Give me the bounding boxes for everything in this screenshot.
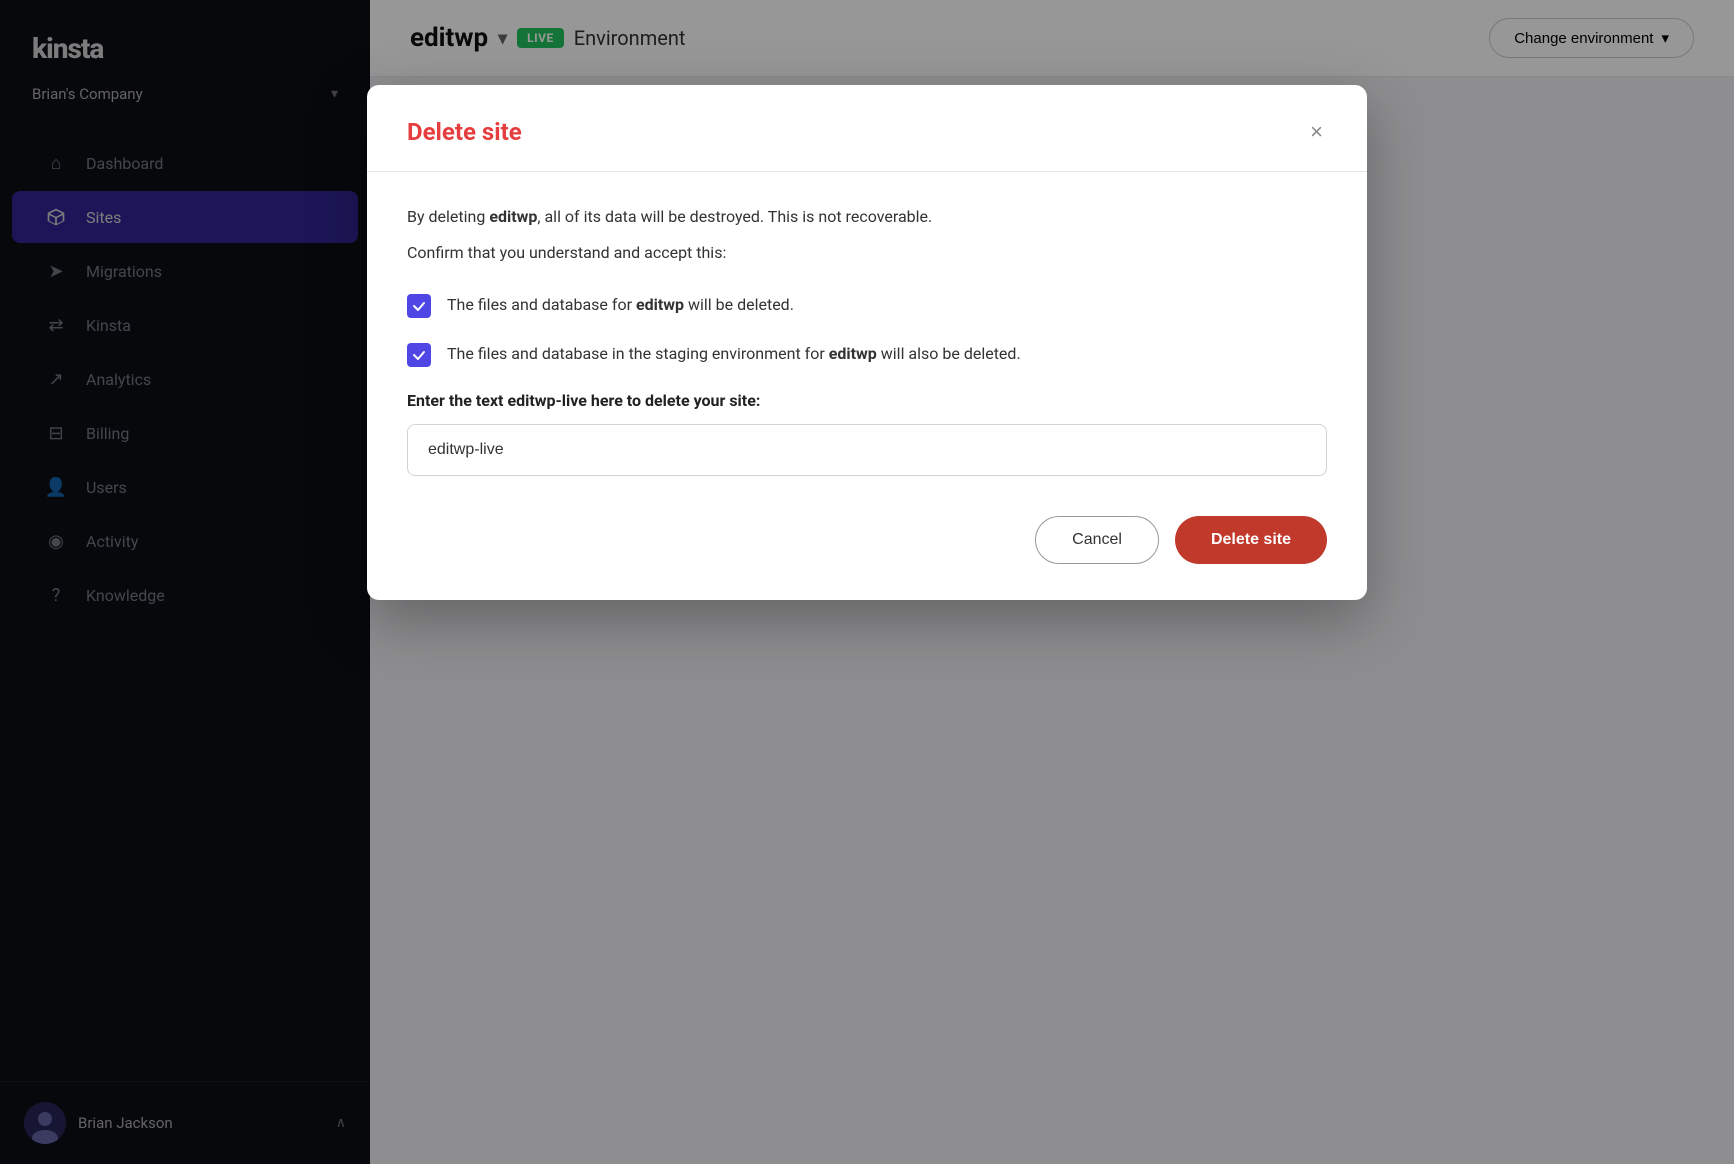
modal-header: Delete site × <box>367 85 1367 172</box>
modal-confirm-text: Confirm that you understand and accept t… <box>407 240 1327 266</box>
site-name-bold-1: editwp <box>489 207 537 226</box>
modal-body: By deleting editwp, all of its data will… <box>367 172 1367 516</box>
modal-title: Delete site <box>407 118 522 146</box>
checkbox-1[interactable] <box>407 294 431 318</box>
confirm-site-input[interactable] <box>407 424 1327 476</box>
confirm-input-label: Enter the text editwp-live here to delet… <box>407 391 1327 410</box>
modal-close-button[interactable]: × <box>1306 117 1327 147</box>
cancel-button[interactable]: Cancel <box>1035 516 1159 564</box>
checkbox-2[interactable] <box>407 343 431 367</box>
modal-overlay: Delete site × By deleting editwp, all of… <box>0 0 1734 1164</box>
delete-site-modal: Delete site × By deleting editwp, all of… <box>367 85 1367 600</box>
modal-description: By deleting editwp, all of its data will… <box>407 204 1327 230</box>
delete-site-button[interactable]: Delete site <box>1175 516 1327 564</box>
checkbox-1-label: The files and database for editwp will b… <box>447 293 794 317</box>
checkbox-item-2: The files and database in the staging en… <box>407 342 1327 367</box>
checkbox-2-label: The files and database in the staging en… <box>447 342 1021 366</box>
modal-footer: Cancel Delete site <box>367 516 1367 600</box>
checkbox-item-1: The files and database for editwp will b… <box>407 293 1327 318</box>
